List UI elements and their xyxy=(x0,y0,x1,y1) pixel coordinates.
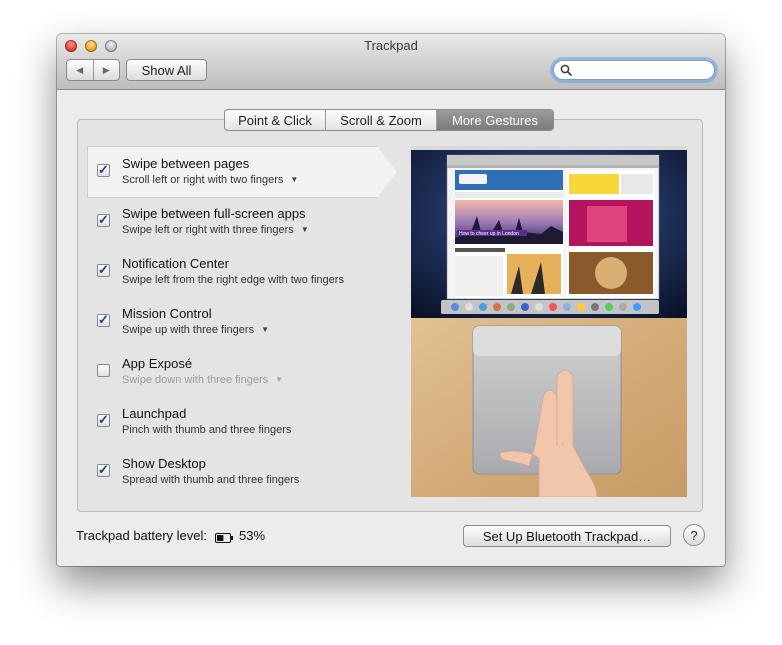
app-expose-checkbox[interactable] xyxy=(97,364,110,377)
gesture-list: ✓ Swipe between pages Scroll left or rig… xyxy=(87,145,399,495)
gesture-option-menu[interactable]: Scroll left or right with two fingers ▼ xyxy=(122,174,298,186)
battery-status: Trackpad battery level: 53% xyxy=(76,528,265,543)
gesture-subtitle: Swipe left from the right edge with two … xyxy=(122,274,344,286)
gesture-title: Launchpad xyxy=(122,406,187,421)
window-title: Trackpad xyxy=(364,38,418,53)
launchpad-checkbox[interactable]: ✓ xyxy=(97,412,110,427)
gesture-row-launchpad[interactable]: ✓ Launchpad Pinch with thumb and three f… xyxy=(87,395,399,445)
show-desktop-checkbox[interactable]: ✓ xyxy=(97,462,110,477)
checkmark-icon: ✓ xyxy=(98,212,109,227)
preview-illustration xyxy=(411,146,687,497)
gesture-row-swipe-fullscreen[interactable]: ✓ Swipe between full-screen apps Swipe l… xyxy=(87,195,399,245)
checkmark-icon: ✓ xyxy=(98,312,109,327)
tab-scroll-zoom[interactable]: Scroll & Zoom xyxy=(326,110,437,130)
gesture-title: Swipe between pages xyxy=(122,156,250,171)
gesture-title: Show Desktop xyxy=(122,456,206,471)
battery-value: 53% xyxy=(239,528,266,543)
notification-center-checkbox[interactable]: ✓ xyxy=(97,262,110,277)
mission-control-checkbox[interactable]: ✓ xyxy=(97,312,110,327)
checkmark-icon: ✓ xyxy=(98,412,109,427)
battery-label: Trackpad battery level: xyxy=(76,528,208,543)
tab-more-gestures[interactable]: More Gestures xyxy=(437,110,553,130)
gesture-subtitle: Pinch with thumb and three fingers xyxy=(122,424,292,436)
preview-article-headline: How to cheer up in London xyxy=(459,231,519,237)
gesture-row-swipe-pages[interactable]: ✓ Swipe between pages Scroll left or rig… xyxy=(87,145,399,198)
chevron-down-icon[interactable]: ▼ xyxy=(261,325,269,334)
gesture-title: App Exposé xyxy=(122,356,193,371)
checkmark-icon: ✓ xyxy=(98,262,109,277)
gesture-subtitle: Swipe up with three fingers xyxy=(122,324,255,336)
search-icon xyxy=(560,64,572,76)
swipe-pages-checkbox[interactable]: ✓ xyxy=(97,162,110,177)
gesture-subtitle: Scroll left or right with two fingers xyxy=(122,174,284,186)
back-forward-control: ◀ ▶ xyxy=(66,59,120,81)
back-icon[interactable]: ◀ xyxy=(67,60,94,80)
gesture-subtitle: Swipe left or right with three fingers xyxy=(122,224,294,236)
gesture-row-show-desktop[interactable]: ✓ Show Desktop Spread with thumb and thr… xyxy=(87,445,399,495)
show-all-button[interactable]: Show All xyxy=(126,59,207,81)
tab-bar: Point & Click Scroll & Zoom More Gesture… xyxy=(224,109,554,131)
title-bar: Trackpad ◀ ▶ Show All xyxy=(57,34,725,90)
checkmark-icon: ✓ xyxy=(98,462,109,477)
forward-icon[interactable]: ▶ xyxy=(94,60,120,80)
checkmark-icon: ✓ xyxy=(98,162,109,177)
preferences-window: Trackpad ◀ ▶ Show All Point & Click Scro… xyxy=(57,34,725,566)
chevron-down-icon[interactable]: ▼ xyxy=(301,225,309,234)
gesture-row-notification-center[interactable]: ✓ Notification Center Swipe left from th… xyxy=(87,245,399,295)
gesture-row-app-expose[interactable]: App Exposé Swipe down with three fingers… xyxy=(87,345,399,395)
gesture-option-menu[interactable]: Swipe down with three fingers ▼ xyxy=(122,374,283,386)
gesture-title: Swipe between full-screen apps xyxy=(122,206,306,221)
gesture-subtitle: Swipe down with three fingers xyxy=(122,374,269,386)
tab-point-click[interactable]: Point & Click xyxy=(225,110,326,130)
selection-arrow xyxy=(377,146,397,198)
swipe-fullscreen-checkbox[interactable]: ✓ xyxy=(97,212,110,227)
gesture-option-menu[interactable]: Swipe left or right with three fingers ▼ xyxy=(122,224,309,236)
search-field[interactable] xyxy=(553,60,715,80)
gesture-title: Notification Center xyxy=(122,256,229,271)
battery-icon xyxy=(215,531,234,543)
setup-bluetooth-trackpad-button[interactable]: Set Up Bluetooth Trackpad… xyxy=(463,525,671,547)
gesture-title: Mission Control xyxy=(122,306,212,321)
chevron-down-icon[interactable]: ▼ xyxy=(275,375,283,384)
gesture-row-mission-control[interactable]: ✓ Mission Control Swipe up with three fi… xyxy=(87,295,399,345)
selection-highlight xyxy=(87,146,378,198)
gesture-preview-video: How to cheer up in London xyxy=(411,146,687,497)
help-button[interactable]: ? xyxy=(683,524,705,546)
gesture-subtitle: Spread with thumb and three fingers xyxy=(122,474,300,486)
chevron-down-icon[interactable]: ▼ xyxy=(290,175,298,184)
gesture-option-menu[interactable]: Swipe up with three fingers ▼ xyxy=(122,324,269,336)
